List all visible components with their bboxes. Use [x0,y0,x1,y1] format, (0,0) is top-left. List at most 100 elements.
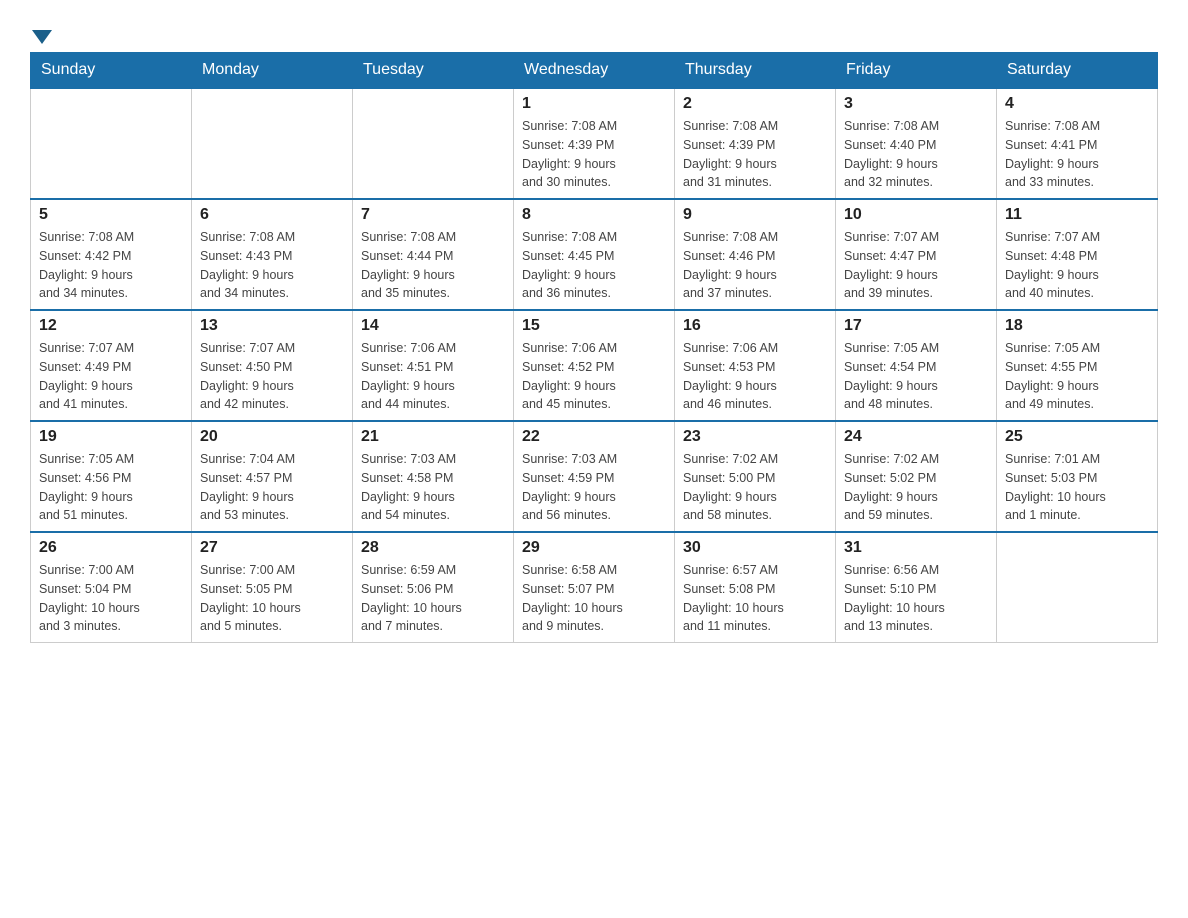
calendar-cell: 31 Sunrise: 6:56 AM Sunset: 5:10 PM Dayli… [836,532,997,643]
calendar-cell: 25 Sunrise: 7:01 AM Sunset: 5:03 PM Dayli… [997,421,1158,532]
day-info: Sunrise: 7:08 AM Sunset: 4:41 PM Dayligh… [1005,117,1149,192]
day-number: 17 [844,317,988,335]
calendar-cell [192,88,353,199]
calendar-cell: 29 Sunrise: 6:58 AM Sunset: 5:07 PM Dayli… [514,532,675,643]
calendar-cell: 30 Sunrise: 6:57 AM Sunset: 5:08 PM Dayli… [675,532,836,643]
day-header-wednesday: Wednesday [514,53,675,89]
calendar-cell: 8 Sunrise: 7:08 AM Sunset: 4:45 PM Daylig… [514,199,675,310]
day-info: Sunrise: 7:05 AM Sunset: 4:54 PM Dayligh… [844,339,988,414]
week-row-1: 1 Sunrise: 7:08 AM Sunset: 4:39 PM Daylig… [31,88,1158,199]
day-info: Sunrise: 7:08 AM Sunset: 4:40 PM Dayligh… [844,117,988,192]
day-info: Sunrise: 7:02 AM Sunset: 5:00 PM Dayligh… [683,450,827,525]
day-number: 18 [1005,317,1149,335]
day-number: 27 [200,539,344,557]
day-number: 5 [39,206,183,224]
day-info: Sunrise: 7:06 AM Sunset: 4:53 PM Dayligh… [683,339,827,414]
day-number: 24 [844,428,988,446]
day-number: 25 [1005,428,1149,446]
day-info: Sunrise: 7:05 AM Sunset: 4:55 PM Dayligh… [1005,339,1149,414]
calendar-cell: 5 Sunrise: 7:08 AM Sunset: 4:42 PM Daylig… [31,199,192,310]
day-number: 9 [683,206,827,224]
calendar-cell: 19Sunrise: 7:05 AM Sunset: 4:56 PM Dayli… [31,421,192,532]
calendar-cell: 24 Sunrise: 7:02 AM Sunset: 5:02 PM Dayli… [836,421,997,532]
calendar-cell [997,532,1158,643]
day-info: Sunrise: 7:01 AM Sunset: 5:03 PM Dayligh… [1005,450,1149,525]
day-number: 10 [844,206,988,224]
day-info: Sunrise: 7:05 AM Sunset: 4:56 PM Dayligh… [39,450,183,525]
day-number: 23 [683,428,827,446]
calendar-cell: 1 Sunrise: 7:08 AM Sunset: 4:39 PM Daylig… [514,88,675,199]
day-info: Sunrise: 6:56 AM Sunset: 5:10 PM Dayligh… [844,561,988,636]
week-row-3: 12 Sunrise: 7:07 AM Sunset: 4:49 PM Dayli… [31,310,1158,421]
day-info: Sunrise: 7:04 AM Sunset: 4:57 PM Dayligh… [200,450,344,525]
day-info: Sunrise: 7:00 AM Sunset: 5:05 PM Dayligh… [200,561,344,636]
day-number: 15 [522,317,666,335]
calendar-cell: 7Sunrise: 7:08 AM Sunset: 4:44 PM Daylig… [353,199,514,310]
calendar-cell: 11 Sunrise: 7:07 AM Sunset: 4:48 PM Dayli… [997,199,1158,310]
day-info: Sunrise: 7:08 AM Sunset: 4:46 PM Dayligh… [683,228,827,303]
day-number: 14 [361,317,505,335]
day-number: 6 [200,206,344,224]
calendar-cell: 22 Sunrise: 7:03 AM Sunset: 4:59 PM Dayli… [514,421,675,532]
page-header [30,20,1158,42]
logo-arrow-icon [32,30,52,44]
day-info: Sunrise: 6:59 AM Sunset: 5:06 PM Dayligh… [361,561,505,636]
day-info: Sunrise: 7:08 AM Sunset: 4:43 PM Dayligh… [200,228,344,303]
day-number: 2 [683,95,827,113]
day-number: 1 [522,95,666,113]
day-number: 30 [683,539,827,557]
calendar-cell: 23 Sunrise: 7:02 AM Sunset: 5:00 PM Dayli… [675,421,836,532]
day-number: 20 [200,428,344,446]
day-headers-row: SundayMondayTuesdayWednesdayThursdayFrid… [31,53,1158,89]
day-number: 8 [522,206,666,224]
day-number: 13 [200,317,344,335]
day-info: Sunrise: 7:07 AM Sunset: 4:47 PM Dayligh… [844,228,988,303]
day-info: Sunrise: 7:03 AM Sunset: 4:59 PM Dayligh… [522,450,666,525]
calendar-cell: 20 Sunrise: 7:04 AM Sunset: 4:57 PM Dayli… [192,421,353,532]
day-number: 11 [1005,206,1149,224]
calendar-cell: 14 Sunrise: 7:06 AM Sunset: 4:51 PM Dayli… [353,310,514,421]
day-header-tuesday: Tuesday [353,53,514,89]
day-info: Sunrise: 7:02 AM Sunset: 5:02 PM Dayligh… [844,450,988,525]
calendar-cell: 26Sunrise: 7:00 AM Sunset: 5:04 PM Dayli… [31,532,192,643]
logo [30,30,52,42]
calendar-cell: 6 Sunrise: 7:08 AM Sunset: 4:43 PM Daylig… [192,199,353,310]
calendar-cell: 16 Sunrise: 7:06 AM Sunset: 4:53 PM Dayli… [675,310,836,421]
week-row-4: 19Sunrise: 7:05 AM Sunset: 4:56 PM Dayli… [31,421,1158,532]
day-number: 22 [522,428,666,446]
day-info: Sunrise: 7:06 AM Sunset: 4:51 PM Dayligh… [361,339,505,414]
day-number: 28 [361,539,505,557]
day-info: Sunrise: 7:08 AM Sunset: 4:39 PM Dayligh… [522,117,666,192]
day-info: Sunrise: 7:06 AM Sunset: 4:52 PM Dayligh… [522,339,666,414]
calendar-cell: 12 Sunrise: 7:07 AM Sunset: 4:49 PM Dayli… [31,310,192,421]
week-row-5: 26Sunrise: 7:00 AM Sunset: 5:04 PM Dayli… [31,532,1158,643]
calendar-cell: 28 Sunrise: 6:59 AM Sunset: 5:06 PM Dayli… [353,532,514,643]
day-info: Sunrise: 6:57 AM Sunset: 5:08 PM Dayligh… [683,561,827,636]
day-info: Sunrise: 7:03 AM Sunset: 4:58 PM Dayligh… [361,450,505,525]
calendar-cell: 17 Sunrise: 7:05 AM Sunset: 4:54 PM Dayli… [836,310,997,421]
day-number: 21 [361,428,505,446]
week-row-2: 5 Sunrise: 7:08 AM Sunset: 4:42 PM Daylig… [31,199,1158,310]
calendar-cell [353,88,514,199]
calendar-cell: 21 Sunrise: 7:03 AM Sunset: 4:58 PM Dayli… [353,421,514,532]
day-header-sunday: Sunday [31,53,192,89]
day-info: Sunrise: 7:08 AM Sunset: 4:42 PM Dayligh… [39,228,183,303]
day-header-friday: Friday [836,53,997,89]
day-info: Sunrise: 7:07 AM Sunset: 4:49 PM Dayligh… [39,339,183,414]
calendar-table: SundayMondayTuesdayWednesdayThursdayFrid… [30,52,1158,643]
calendar-cell: 13 Sunrise: 7:07 AM Sunset: 4:50 PM Dayli… [192,310,353,421]
day-number: 31 [844,539,988,557]
calendar-cell: 27 Sunrise: 7:00 AM Sunset: 5:05 PM Dayli… [192,532,353,643]
day-info: Sunrise: 7:08 AM Sunset: 4:45 PM Dayligh… [522,228,666,303]
calendar-cell: 3Sunrise: 7:08 AM Sunset: 4:40 PM Daylig… [836,88,997,199]
day-number: 12 [39,317,183,335]
day-info: Sunrise: 7:07 AM Sunset: 4:50 PM Dayligh… [200,339,344,414]
day-number: 16 [683,317,827,335]
day-info: Sunrise: 7:08 AM Sunset: 4:39 PM Dayligh… [683,117,827,192]
day-info: Sunrise: 6:58 AM Sunset: 5:07 PM Dayligh… [522,561,666,636]
calendar-cell: 18 Sunrise: 7:05 AM Sunset: 4:55 PM Dayli… [997,310,1158,421]
day-info: Sunrise: 7:07 AM Sunset: 4:48 PM Dayligh… [1005,228,1149,303]
day-info: Sunrise: 7:00 AM Sunset: 5:04 PM Dayligh… [39,561,183,636]
day-number: 29 [522,539,666,557]
day-info: Sunrise: 7:08 AM Sunset: 4:44 PM Dayligh… [361,228,505,303]
